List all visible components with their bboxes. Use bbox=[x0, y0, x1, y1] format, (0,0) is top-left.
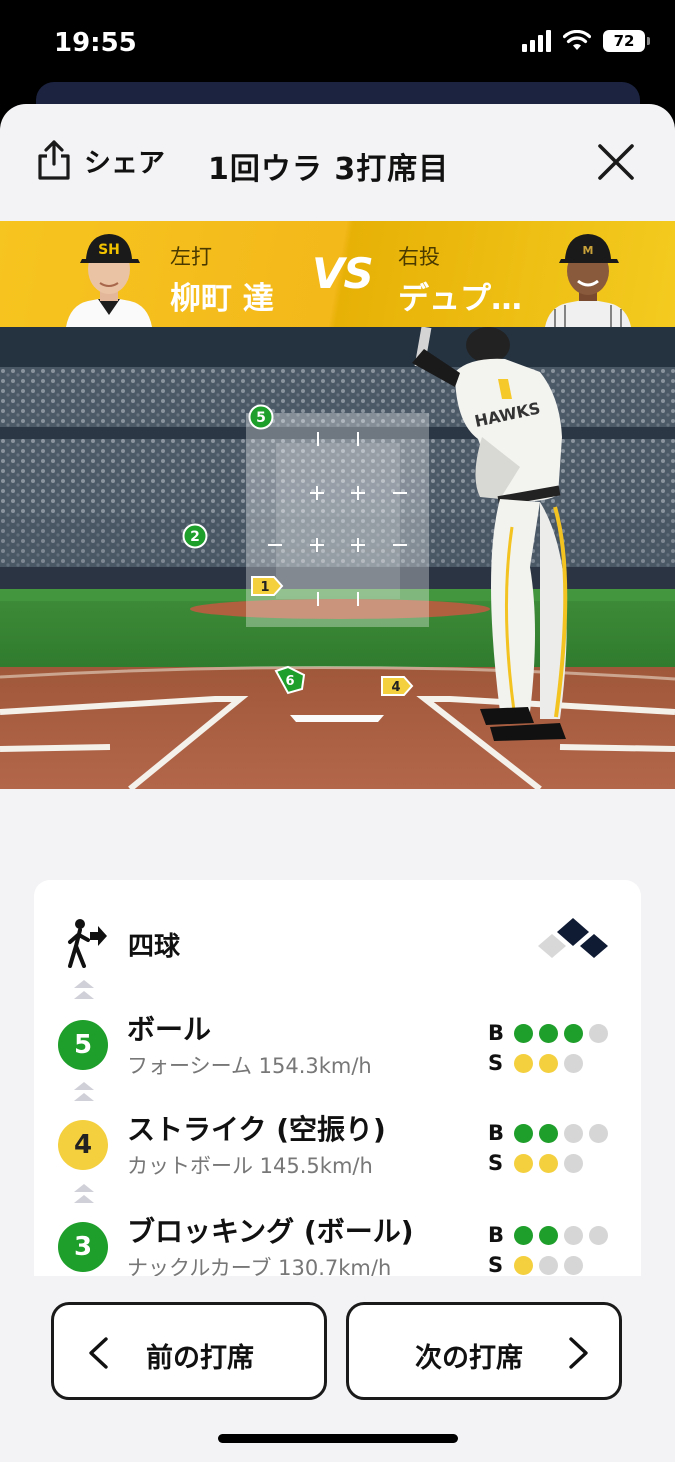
svg-text:SH: SH bbox=[98, 242, 120, 258]
cellular-signal-icon bbox=[522, 30, 551, 52]
pitch-item-4[interactable]: 4 ストライク (空振り) カットボール 145.5km/h B S bbox=[58, 1108, 618, 1198]
at-bat-result: 四球 bbox=[66, 916, 626, 968]
pitch-marker-4[interactable]: 4 bbox=[380, 674, 414, 698]
ball-strike-count: B S bbox=[488, 1118, 618, 1178]
vs-label: VS bbox=[312, 249, 374, 298]
battery-icon: 72 bbox=[603, 30, 650, 52]
svg-text:6: 6 bbox=[285, 674, 294, 689]
batter-hand: 左打 bbox=[170, 245, 212, 269]
pitch-number-badge: 3 bbox=[58, 1222, 108, 1272]
svg-text:M: M bbox=[583, 244, 594, 257]
ball-count: B bbox=[488, 1220, 618, 1250]
pitch-location-field: HAWKS 5 2 1 6 4 3 bbox=[0, 327, 675, 789]
svg-text:1: 1 bbox=[260, 580, 269, 595]
pitch-number-badge: 4 bbox=[58, 1120, 108, 1170]
previous-at-bat-label: 前の打席 bbox=[146, 1343, 254, 1374]
page-title: 1回ウラ 3打席目 bbox=[208, 152, 450, 187]
result-label: 四球 bbox=[128, 932, 181, 962]
pitch-result: ストライク (空振り) bbox=[127, 1113, 386, 1146]
bases-icon bbox=[538, 918, 608, 958]
svg-text:2: 2 bbox=[190, 529, 200, 545]
ball-count: B bbox=[488, 1118, 618, 1148]
svg-text:4: 4 bbox=[391, 680, 400, 695]
strike-count: S bbox=[488, 1048, 618, 1078]
status-bar: 19:55 72 bbox=[0, 0, 675, 88]
chevron-right-icon bbox=[569, 1337, 588, 1369]
pitch-result: ボール bbox=[127, 1013, 212, 1046]
home-indicator bbox=[218, 1434, 458, 1443]
pitch-detail: フォーシーム 154.3km/h bbox=[127, 1054, 372, 1078]
share-icon bbox=[38, 140, 70, 180]
sequence-arrow-icon bbox=[74, 1184, 94, 1203]
pitch-result: ブロッキング (ボール) bbox=[127, 1215, 414, 1248]
batter-avatar: SH bbox=[66, 234, 152, 327]
svg-text:5: 5 bbox=[256, 410, 266, 426]
pitcher-avatar: M bbox=[545, 234, 631, 327]
pitch-marker-6[interactable]: 6 bbox=[272, 665, 306, 695]
pitch-marker-5[interactable]: 5 bbox=[248, 404, 274, 430]
pitcher-hand: 右投 bbox=[398, 245, 440, 269]
previous-at-bat-button[interactable]: 前の打席 bbox=[51, 1302, 327, 1400]
close-icon[interactable] bbox=[594, 140, 638, 184]
ball-strike-count: B S bbox=[488, 1220, 618, 1280]
sequence-arrow-icon bbox=[74, 980, 94, 999]
pitch-item-5[interactable]: 5 ボール フォーシーム 154.3km/h B S bbox=[58, 1008, 618, 1098]
next-at-bat-button[interactable]: 次の打席 bbox=[346, 1302, 622, 1400]
at-bat-sheet: シェア 1回ウラ 3打席目 SH 左打 柳町 達 VS 右投 デュプ… M HA… bbox=[0, 104, 675, 1462]
ball-strike-count: B S bbox=[488, 1018, 618, 1078]
share-label: シェア bbox=[84, 147, 165, 179]
wifi-icon bbox=[563, 30, 591, 50]
stadium-scene: HAWKS bbox=[0, 327, 675, 789]
status-icons: 72 bbox=[522, 30, 650, 52]
status-time: 19:55 bbox=[54, 28, 137, 58]
walk-icon bbox=[68, 919, 107, 968]
pitch-list-card: 四球 5 ボール フォーシーム 154.3km/h B S 4 ストライク (空… bbox=[34, 880, 641, 1300]
pitch-detail: カットボール 145.5km/h bbox=[127, 1154, 373, 1178]
pitch-marker-2[interactable]: 2 bbox=[182, 523, 208, 549]
share-button[interactable]: シェア bbox=[36, 140, 165, 180]
sheet-header: シェア 1回ウラ 3打席目 bbox=[0, 104, 675, 222]
next-at-bat-label: 次の打席 bbox=[415, 1343, 523, 1374]
strike-count: S bbox=[488, 1148, 618, 1178]
chevron-left-icon bbox=[89, 1337, 108, 1369]
ball-count: B bbox=[488, 1018, 618, 1048]
pitcher-name: デュプ… bbox=[398, 281, 522, 317]
bottom-nav: 前の打席 次の打席 bbox=[0, 1276, 675, 1462]
matchup-banner: SH 左打 柳町 達 VS 右投 デュプ… M bbox=[0, 221, 675, 327]
batter-name: 柳町 達 bbox=[170, 281, 274, 317]
pitch-marker-1[interactable]: 1 bbox=[250, 574, 284, 598]
sequence-arrow-icon bbox=[74, 1082, 94, 1101]
pitch-number-badge: 5 bbox=[58, 1020, 108, 1070]
